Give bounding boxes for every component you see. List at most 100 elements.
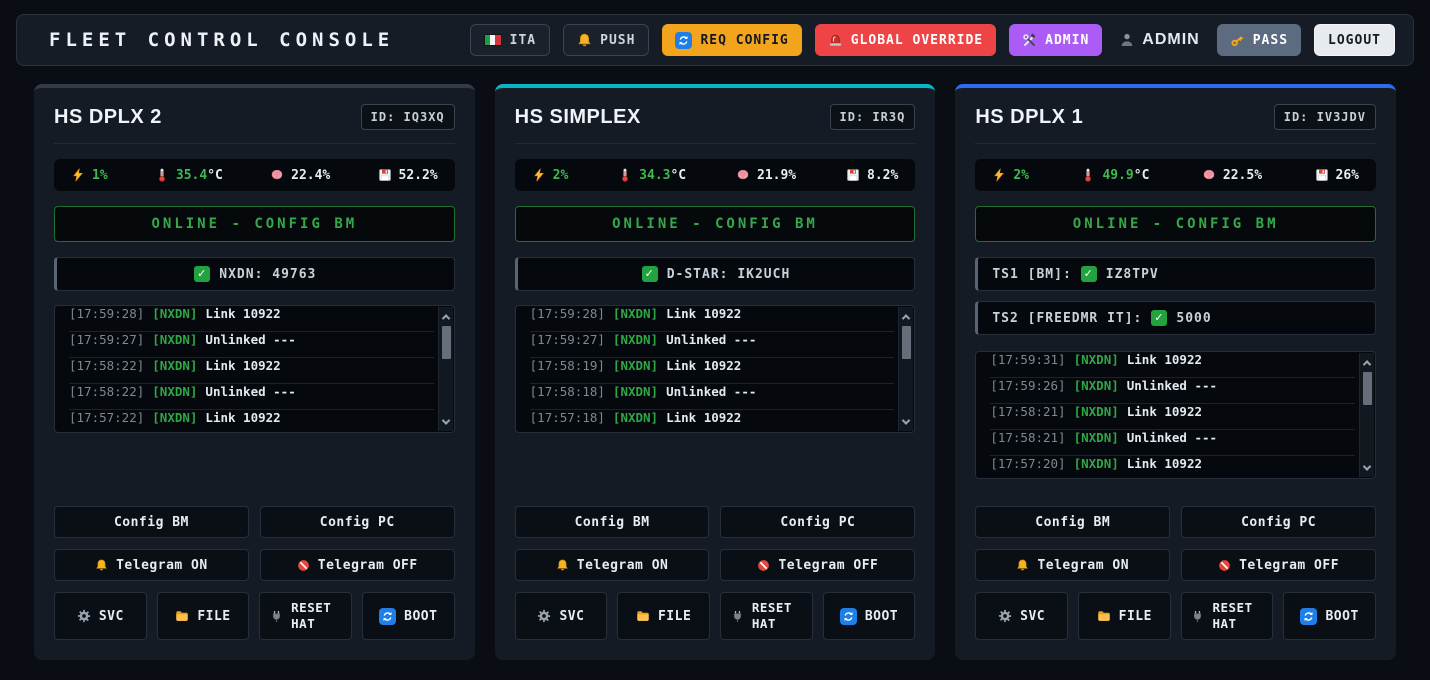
scroll-up-button[interactable]	[439, 309, 453, 324]
language-button[interactable]: ITA	[470, 24, 550, 56]
config-bm-button[interactable]: Config BM	[515, 506, 710, 538]
brain-icon	[1202, 168, 1216, 182]
plug-icon	[731, 610, 744, 623]
bell-icon	[95, 559, 108, 572]
scroll-up-button[interactable]	[1360, 355, 1374, 370]
stat-memory: 26%	[1315, 168, 1359, 183]
svc-button[interactable]: SVC	[975, 592, 1068, 640]
user-label: ADMIN	[1142, 31, 1199, 49]
device-id-badge: ID: IR3Q	[830, 104, 916, 130]
svc-button[interactable]: SVC	[54, 592, 147, 640]
card-grid: HS DPLX 2 ID: IQ3XQ 1% 35.4°C 22.4% 52.2…	[34, 84, 1396, 660]
stat-memory: 8.2%	[846, 168, 898, 183]
tools-icon	[1022, 33, 1037, 48]
log-box: [17:59:28][NXDN]Link 10922 [17:59:27][NX…	[515, 305, 916, 433]
log-box: [17:59:31][NXDN]Link 10922 [17:59:26][NX…	[975, 351, 1376, 479]
refresh-icon	[379, 608, 396, 625]
stat-temp: 34.3°C	[618, 168, 686, 183]
mode-value: IZ8TPV	[1106, 267, 1159, 282]
file-button[interactable]: FILE	[617, 592, 710, 640]
scroll-down-button[interactable]	[439, 414, 453, 429]
brain-icon	[270, 168, 284, 182]
device-id-badge: ID: IV3JDV	[1274, 104, 1376, 130]
refresh-icon	[675, 32, 692, 49]
mode-row-ts2: TS2 [FREEDMR IT]: ✓ 5000	[975, 301, 1376, 335]
scrollbar[interactable]	[898, 307, 913, 431]
refresh-icon	[1300, 608, 1317, 625]
log-row: [17:59:28][NXDN]Link 10922	[69, 306, 434, 332]
logout-button[interactable]: LOGOUT	[1314, 24, 1395, 56]
reset-hat-button[interactable]: RESET HAT	[259, 592, 352, 640]
device-card-hs-simplex: HS SIMPLEX ID: IR3Q 2% 34.3°C 21.9% 8.2%…	[495, 84, 936, 660]
log-row: [17:59:26][NXDN]Unlinked ---	[990, 378, 1355, 404]
siren-icon	[828, 33, 843, 48]
config-bm-button[interactable]: Config BM	[54, 506, 249, 538]
scroll-thumb[interactable]	[1363, 372, 1372, 405]
file-button[interactable]: FILE	[157, 592, 250, 640]
config-pc-button[interactable]: Config PC	[260, 506, 455, 538]
log-row: [17:59:27][NXDN]Unlinked ---	[530, 332, 895, 358]
config-pc-button[interactable]: Config PC	[1181, 506, 1376, 538]
log-row: [17:58:19][NXDN]Link 10922	[530, 358, 895, 384]
stat-memory: 52.2%	[378, 168, 438, 183]
telegram-off-button[interactable]: Telegram OFF	[720, 549, 915, 581]
log-row: [17:58:21][NXDN]Unlinked ---	[990, 430, 1355, 456]
plug-icon	[1191, 610, 1204, 623]
bell-icon	[1016, 559, 1029, 572]
telegram-on-button[interactable]: Telegram ON	[54, 549, 249, 581]
boot-button[interactable]: BOOT	[823, 592, 916, 640]
telegram-off-button[interactable]: Telegram OFF	[1181, 549, 1376, 581]
folder-icon	[175, 609, 189, 623]
reset-hat-button[interactable]: RESET HAT	[1181, 592, 1274, 640]
floppy-disk-icon	[1315, 168, 1329, 182]
log-row: [17:57:18][NXDN]Link 10922	[530, 410, 895, 433]
telegram-on-button[interactable]: Telegram ON	[975, 549, 1170, 581]
telegram-off-button[interactable]: Telegram OFF	[260, 549, 455, 581]
status-banner: ONLINE - CONFIG BM	[975, 206, 1376, 242]
brain-icon	[736, 168, 750, 182]
check-icon: ✓	[194, 266, 210, 282]
file-button[interactable]: FILE	[1078, 592, 1171, 640]
boot-button[interactable]: BOOT	[362, 592, 455, 640]
thermometer-icon	[618, 168, 632, 182]
scroll-up-button[interactable]	[899, 309, 913, 324]
global-override-button[interactable]: GLOBAL OVERRIDE	[815, 24, 996, 56]
scroll-down-button[interactable]	[1360, 460, 1374, 475]
log-row: [17:59:31][NXDN]Link 10922	[990, 352, 1355, 378]
floppy-disk-icon	[846, 168, 860, 182]
scrollbar[interactable]	[438, 307, 453, 431]
bell-icon	[577, 33, 592, 48]
app-title: FLEET CONTROL CONSOLE	[49, 29, 394, 51]
telegram-on-button[interactable]: Telegram ON	[515, 549, 710, 581]
log-box: [17:59:28][NXDN]Link 10922 [17:59:27][NX…	[54, 305, 455, 433]
pass-button[interactable]: PASS	[1217, 24, 1301, 56]
req-config-button[interactable]: REQ CONFIG	[662, 24, 801, 56]
reset-hat-button[interactable]: RESET HAT	[720, 592, 813, 640]
stats-bar: 1% 35.4°C 22.4% 52.2%	[54, 159, 455, 191]
mode-row-dstar: ✓ D-STAR: IK2UCH	[515, 257, 916, 291]
config-bm-button[interactable]: Config BM	[975, 506, 1170, 538]
scroll-thumb[interactable]	[902, 326, 911, 359]
admin-tools-button[interactable]: ADMIN	[1009, 24, 1102, 56]
thermometer-icon	[1081, 168, 1095, 182]
config-pc-button[interactable]: Config PC	[720, 506, 915, 538]
stat-power: 1%	[71, 168, 108, 183]
stat-cpu: 21.9%	[736, 168, 796, 183]
mode-value: D-STAR: IK2UCH	[667, 267, 791, 282]
key-icon	[1230, 33, 1245, 48]
boot-button[interactable]: BOOT	[1283, 592, 1376, 640]
push-button[interactable]: PUSH	[563, 24, 649, 56]
lightning-icon	[992, 168, 1006, 182]
scrollbar[interactable]	[1359, 353, 1374, 477]
log-row: [17:59:27][NXDN]Unlinked ---	[69, 332, 434, 358]
plug-icon	[270, 610, 283, 623]
scroll-down-button[interactable]	[899, 414, 913, 429]
thermometer-icon	[155, 168, 169, 182]
bell-icon	[556, 559, 569, 572]
scroll-thumb[interactable]	[442, 326, 451, 359]
folder-icon	[1097, 609, 1111, 623]
svc-button[interactable]: SVC	[515, 592, 608, 640]
stats-bar: 2% 34.3°C 21.9% 8.2%	[515, 159, 916, 191]
gear-icon	[537, 609, 551, 623]
header-bar: FLEET CONTROL CONSOLE ITA PUSH REQ CONFI…	[16, 14, 1414, 66]
